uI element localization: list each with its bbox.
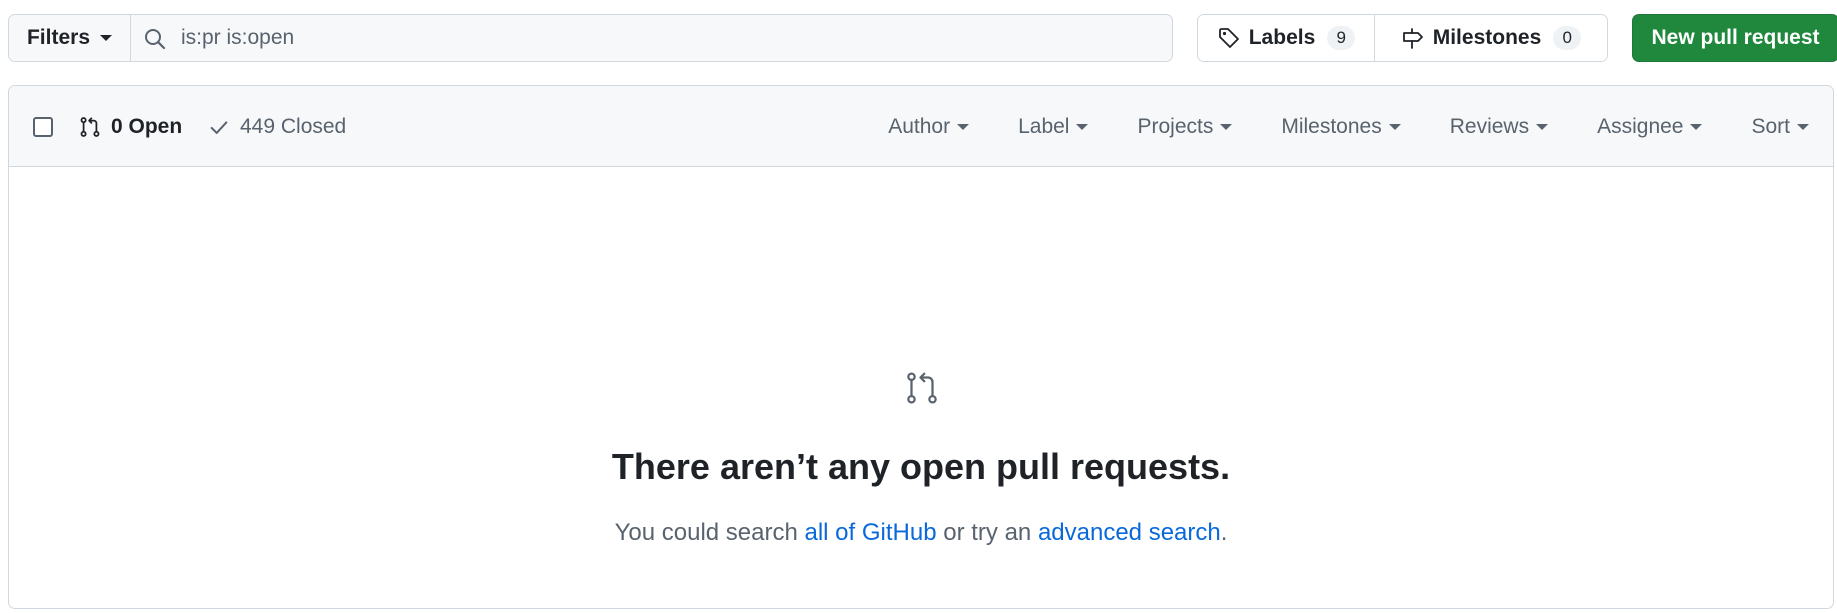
git-pull-request-icon <box>80 116 100 137</box>
sort-menu[interactable]: Sort <box>1751 115 1809 139</box>
list-header: 0 Open 449 Closed Author Label Projects … <box>9 86 1833 167</box>
closed-filter-link[interactable]: 449 Closed <box>208 86 346 167</box>
filters-label: Filters <box>26 26 91 49</box>
labels-button[interactable]: Labels 9 <box>1198 15 1375 61</box>
pull-request-list: 0 Open 449 Closed Author Label Projects … <box>8 85 1834 609</box>
milestones-count-badge: 0 <box>1553 26 1582 50</box>
milestone-icon <box>1402 28 1423 49</box>
projects-menu-label: Projects <box>1137 114 1214 138</box>
author-menu[interactable]: Author <box>888 114 970 139</box>
chevron-down-icon <box>1797 123 1809 130</box>
subnav: Filters Labels 9 <box>8 14 1837 62</box>
chevron-down-icon <box>1690 123 1703 130</box>
advanced-search-link[interactable]: advanced search <box>1038 519 1221 546</box>
search-icon <box>145 29 166 50</box>
labels-count-badge: 9 <box>1327 26 1356 50</box>
closed-count-label: 449 Closed <box>240 114 347 138</box>
desc-prefix: You could search <box>614 519 805 546</box>
blankslate: There aren’t any open pull requests. You… <box>9 167 1833 608</box>
labels-label: Labels <box>1248 26 1316 49</box>
search-box <box>131 15 1172 61</box>
filter-group: Filters <box>8 14 1173 62</box>
chevron-down-icon <box>957 123 970 130</box>
chevron-down-icon <box>1220 123 1233 130</box>
git-pull-request-icon <box>907 372 937 404</box>
check-icon <box>210 120 228 134</box>
open-count-label: 0 Open <box>111 114 183 138</box>
pull-requests-page: Filters Labels 9 <box>0 0 1837 613</box>
filters-dropdown-button[interactable]: Filters <box>9 15 131 61</box>
search-input[interactable] <box>131 15 1172 61</box>
milestones-button[interactable]: Milestones 0 <box>1375 15 1607 61</box>
tag-icon <box>1218 28 1239 48</box>
sort-menu-label: Sort <box>1751 114 1790 138</box>
reviews-menu-label: Reviews <box>1449 114 1530 138</box>
chevron-down-icon <box>1076 123 1089 130</box>
label-menu-label: Label <box>1018 114 1070 138</box>
chevron-down-icon <box>100 35 113 41</box>
milestones-menu-label: Milestones <box>1281 114 1382 138</box>
assignee-menu[interactable]: Assignee <box>1597 114 1703 139</box>
chevron-down-icon <box>1388 123 1401 130</box>
labels-milestones-group: Labels 9 Milestones 0 <box>1197 14 1608 62</box>
new-pull-request-button[interactable]: New pull request <box>1632 14 1837 62</box>
all-of-github-link[interactable]: all of GitHub <box>805 519 937 546</box>
desc-middle: or try an <box>936 519 1038 546</box>
label-menu[interactable]: Label <box>1018 114 1089 139</box>
blankslate-description: You could search all of GitHub or try an… <box>9 519 1833 547</box>
assignee-menu-label: Assignee <box>1597 114 1684 138</box>
select-all-checkbox[interactable] <box>33 117 53 137</box>
filter-menus: Author Label Projects Milestones Reviews <box>888 86 1809 167</box>
milestones-label: Milestones <box>1432 26 1542 49</box>
chevron-down-icon <box>1536 123 1549 130</box>
author-menu-label: Author <box>888 114 951 138</box>
milestones-menu[interactable]: Milestones <box>1281 114 1401 139</box>
reviews-menu[interactable]: Reviews <box>1449 114 1549 139</box>
blankslate-heading: There aren’t any open pull requests. <box>611 446 1231 487</box>
projects-menu[interactable]: Projects <box>1137 114 1233 139</box>
desc-suffix: . <box>1220 519 1228 546</box>
open-filter-link[interactable]: 0 Open <box>79 86 182 167</box>
